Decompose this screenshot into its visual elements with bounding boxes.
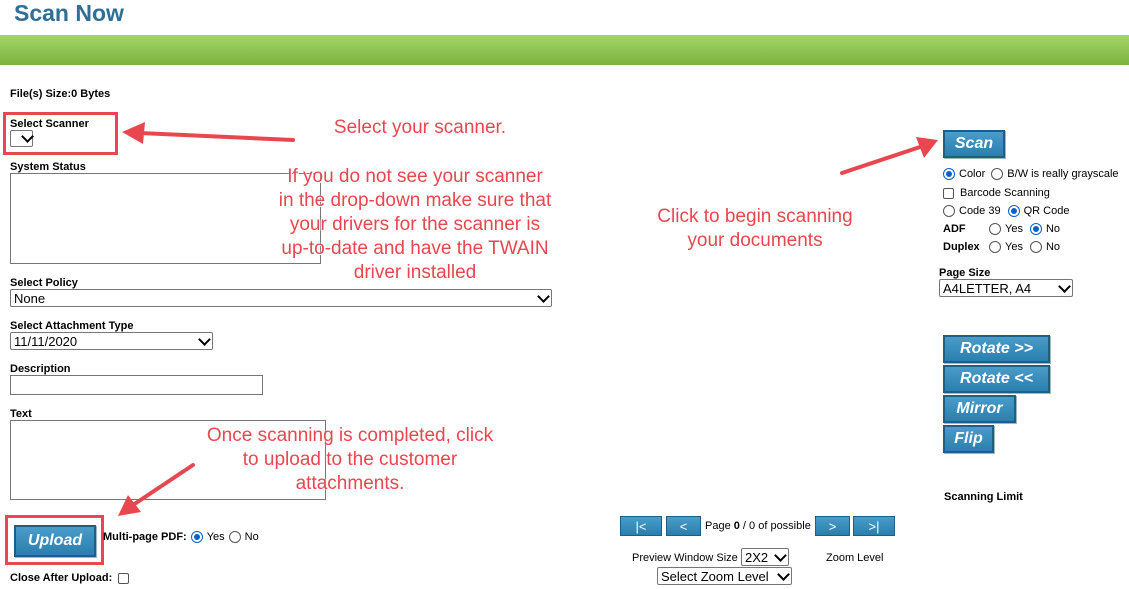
arrow-to-scan xyxy=(840,145,922,175)
arrowhead-scanner xyxy=(122,122,145,144)
arrow-to-scanner xyxy=(138,131,295,142)
arrow-to-upload xyxy=(131,463,195,507)
arrowhead-upload xyxy=(118,495,141,516)
annotation-arrows xyxy=(118,122,938,516)
